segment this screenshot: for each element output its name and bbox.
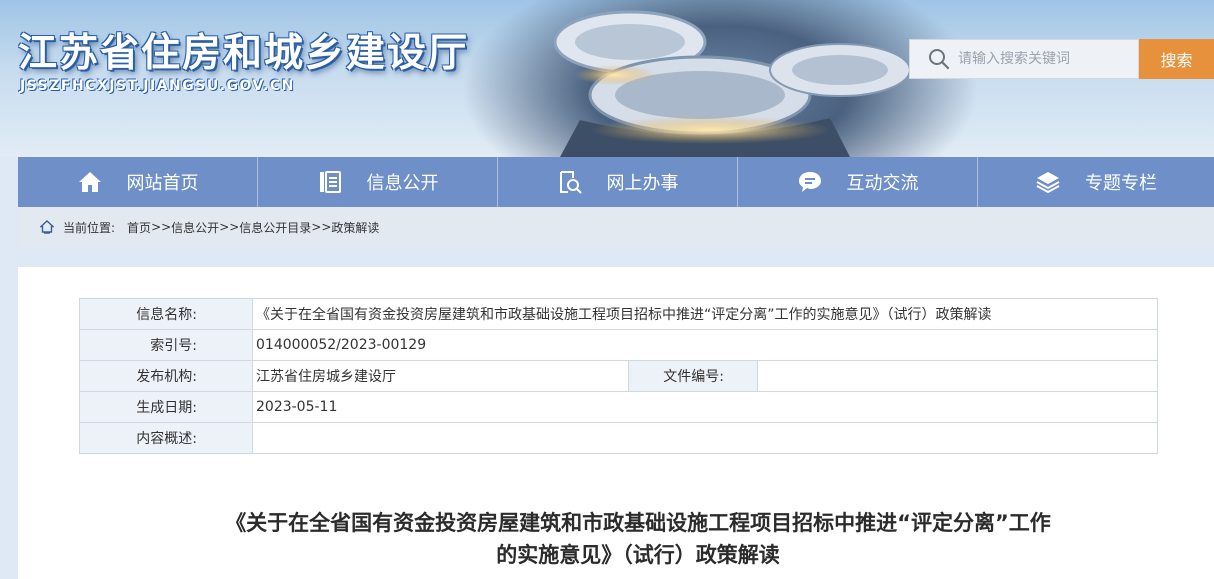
nav-item-info-disclosure[interactable]: 信息公开 [258, 157, 498, 207]
nav-item-interaction[interactable]: 互动交流 [738, 157, 978, 207]
breadcrumb: 当前位置: 首页 >> 信息公开 >> 信息公开目录 >> 政策解读 [18, 207, 1214, 247]
search-box[interactable] [909, 39, 1139, 79]
article-title-line: 的实施意见》（试行）政策解读 [496, 543, 780, 567]
index-number-value: 014000052/2023-00129 [252, 329, 1158, 361]
chat-bubble-icon [797, 169, 823, 195]
site-title[interactable]: 江苏省住房和城乡建设厅 [18, 22, 469, 78]
breadcrumb-link-info-catalog[interactable]: 信息公开目录 [239, 219, 311, 236]
main-content: 信息名称: 《关于在全省国有资金投资房屋建筑和市政基础设施工程项目招标中推进“评… [18, 267, 1214, 579]
breadcrumb-link-home[interactable]: 首页 [127, 219, 151, 236]
breadcrumb-separator: >> [219, 220, 240, 234]
breadcrumb-link-policy-interpretation[interactable]: 政策解读 [331, 219, 379, 236]
date-value: 2023-05-11 [252, 391, 1158, 423]
breadcrumb-separator: >> [311, 220, 332, 234]
summary-label: 内容概述: [79, 422, 253, 454]
nav-item-home[interactable]: 网站首页 [18, 157, 258, 207]
breadcrumb-separator: >> [151, 220, 172, 234]
nav-item-online-services[interactable]: 网上办事 [498, 157, 738, 207]
publisher-value: 江苏省住房城乡建设厅 [252, 360, 629, 392]
article-title: 《关于在全省国有资金投资房屋建筑和市政基础设施工程项目招标中推进“评定分离”工作… [118, 507, 1158, 571]
date-label: 生成日期: [79, 391, 253, 423]
table-row: 发布机构: 江苏省住房城乡建设厅 文件编号: [79, 360, 1158, 392]
stadium-illustration [553, 10, 911, 157]
site-url: JSSZFHCXJST.JIANGSU.GOV.CN [20, 78, 295, 94]
home-icon [77, 169, 103, 195]
search-button[interactable]: 搜索 [1139, 39, 1214, 79]
header-banner: 江苏省住房和城乡建设厅 JSSZFHCXJST.JIANGSU.GOV.CN 搜… [0, 0, 1214, 157]
info-name-label: 信息名称: [79, 298, 253, 330]
table-row: 索引号: 014000052/2023-00129 [79, 329, 1158, 361]
publisher-label: 发布机构: [79, 360, 253, 392]
breadcrumb-label: 当前位置: [63, 220, 116, 235]
index-number-label: 索引号: [79, 329, 253, 361]
table-row: 内容概述: [79, 422, 1158, 454]
search-input[interactable] [958, 51, 1128, 67]
nav-item-label: 信息公开 [366, 173, 439, 194]
search-document-icon [557, 169, 583, 195]
breadcrumb-link-info-disclosure[interactable]: 信息公开 [171, 219, 219, 236]
home-icon [40, 220, 54, 234]
info-name-value: 《关于在全省国有资金投资房屋建筑和市政基础设施工程项目招标中推进“评定分离”工作… [252, 298, 1158, 330]
nav-item-special-topics[interactable]: 专题专栏 [978, 157, 1214, 207]
nav-item-label: 网站首页 [126, 173, 199, 194]
info-table: 信息名称: 《关于在全省国有资金投资房屋建筑和市政基础设施工程项目招标中推进“评… [79, 298, 1158, 454]
nav-item-label: 互动交流 [846, 173, 919, 194]
summary-value [252, 422, 1158, 454]
table-row: 信息名称: 《关于在全省国有资金投资房屋建筑和市政基础设施工程项目招标中推进“评… [79, 298, 1158, 330]
layers-icon [1035, 169, 1061, 195]
nav-item-label: 专题专栏 [1085, 173, 1157, 194]
search-icon [929, 49, 950, 70]
article-title-line: 《关于在全省国有资金投资房屋建筑和市政基础设施工程项目招标中推进“评定分离”工作 [225, 511, 1051, 535]
main-nav: 网站首页 信息公开 网上办事 互动交流 专题专栏 [18, 157, 1214, 207]
doc-number-label: 文件编号: [628, 360, 758, 392]
table-row: 生成日期: 2023-05-11 [79, 391, 1158, 423]
nav-item-label: 网上办事 [606, 173, 679, 194]
document-list-icon [317, 169, 343, 195]
doc-number-value [757, 360, 1158, 392]
